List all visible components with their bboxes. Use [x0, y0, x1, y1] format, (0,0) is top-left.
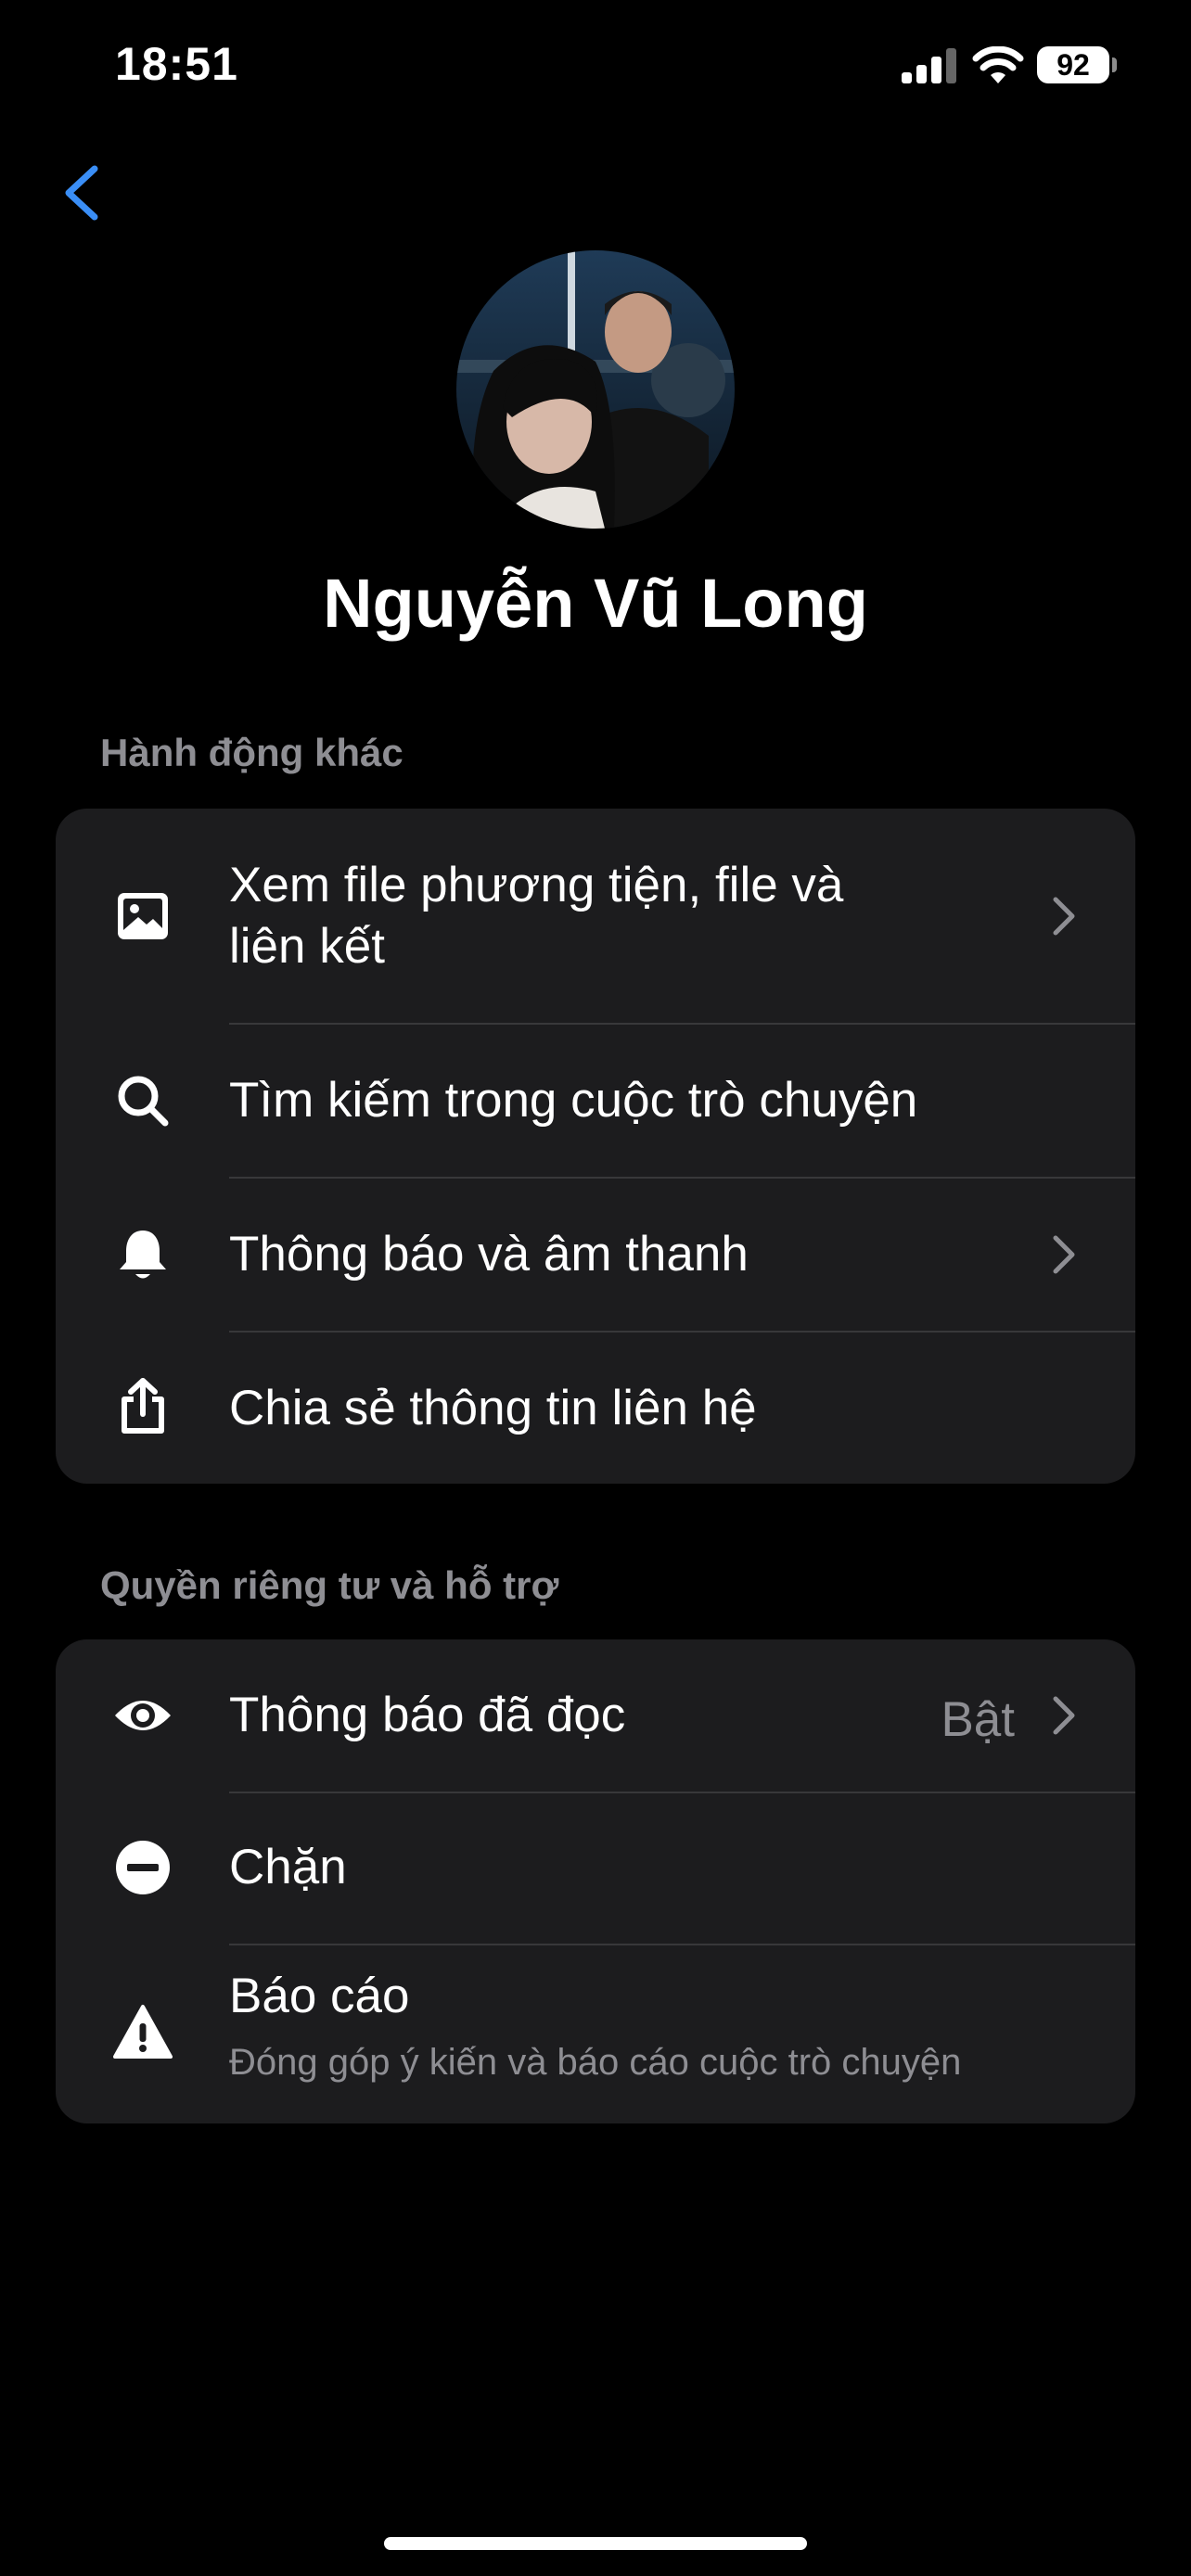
share-contact-row[interactable]: Chia sẻ thông tin liên hệ [56, 1333, 1135, 1484]
profile-name: Nguyễn Vũ Long [323, 565, 868, 642]
chevron-left-icon [65, 165, 98, 221]
section-title-privacy: Quyền riêng tư và hỗ trợ [100, 1563, 559, 1607]
image-icon [118, 893, 168, 939]
share-icon [122, 1378, 164, 1434]
read-receipts-label: Thông báo đã đọc [229, 1688, 626, 1742]
search-conversation-row[interactable]: Tìm kiếm trong cuộc trò chuyện [56, 1025, 1135, 1177]
notifications-sounds-row[interactable]: Thông báo và âm thanh [56, 1179, 1135, 1331]
battery-indicator: 92 [1037, 46, 1109, 83]
wifi-icon [972, 46, 1024, 83]
read-receipts-value: Bật [941, 1692, 1015, 1747]
cellular-signal-icon [902, 48, 956, 83]
block-icon [116, 1841, 170, 1894]
report-row[interactable]: Báo cáo Đóng góp ý kiến và báo cáo cuộc … [56, 1945, 1135, 2123]
block-label: Chặn [229, 1840, 347, 1894]
bell-icon [120, 1231, 166, 1279]
warning-icon [113, 2005, 173, 2059]
read-receipts-row[interactable]: Thông báo đã đọc Bật [56, 1639, 1135, 1792]
search-label: Tìm kiếm trong cuộc trò chuyện [229, 1073, 918, 1128]
report-label: Báo cáo [229, 1969, 410, 2023]
section-title-actions: Hành động khác [100, 731, 403, 774]
profile-avatar[interactable] [456, 250, 735, 529]
notifications-label: Thông báo và âm thanh [229, 1227, 749, 1282]
report-sublabel: Đóng góp ý kiến và báo cáo cuộc trò chuy… [229, 2042, 962, 2083]
media-label-line2: liên kết [229, 919, 385, 974]
chevron-right-icon [1053, 1696, 1075, 1735]
share-label: Chia sẻ thông tin liên hệ [229, 1381, 757, 1435]
search-icon [118, 1076, 169, 1127]
status-time: 18:51 [115, 38, 238, 90]
avatar-photo [456, 250, 735, 529]
status-bar: 18:51 92 [0, 0, 1191, 139]
battery-cap [1112, 57, 1117, 72]
media-files-links-row[interactable]: Xem file phương tiện, file và liên kết [56, 809, 1135, 1024]
privacy-group: Thông báo đã đọc Bật Chặn Báo cáo Đóng g… [56, 1639, 1135, 2123]
actions-group: Xem file phương tiện, file và liên kết T… [56, 809, 1135, 1484]
chevron-right-icon [1053, 897, 1075, 936]
eye-icon [115, 1701, 171, 1730]
back-button[interactable] [56, 159, 111, 226]
media-label-line1: Xem file phương tiện, file và [229, 858, 844, 912]
block-row[interactable]: Chặn [56, 1793, 1135, 1944]
home-indicator[interactable] [384, 2537, 807, 2550]
chevron-right-icon [1053, 1235, 1075, 1274]
